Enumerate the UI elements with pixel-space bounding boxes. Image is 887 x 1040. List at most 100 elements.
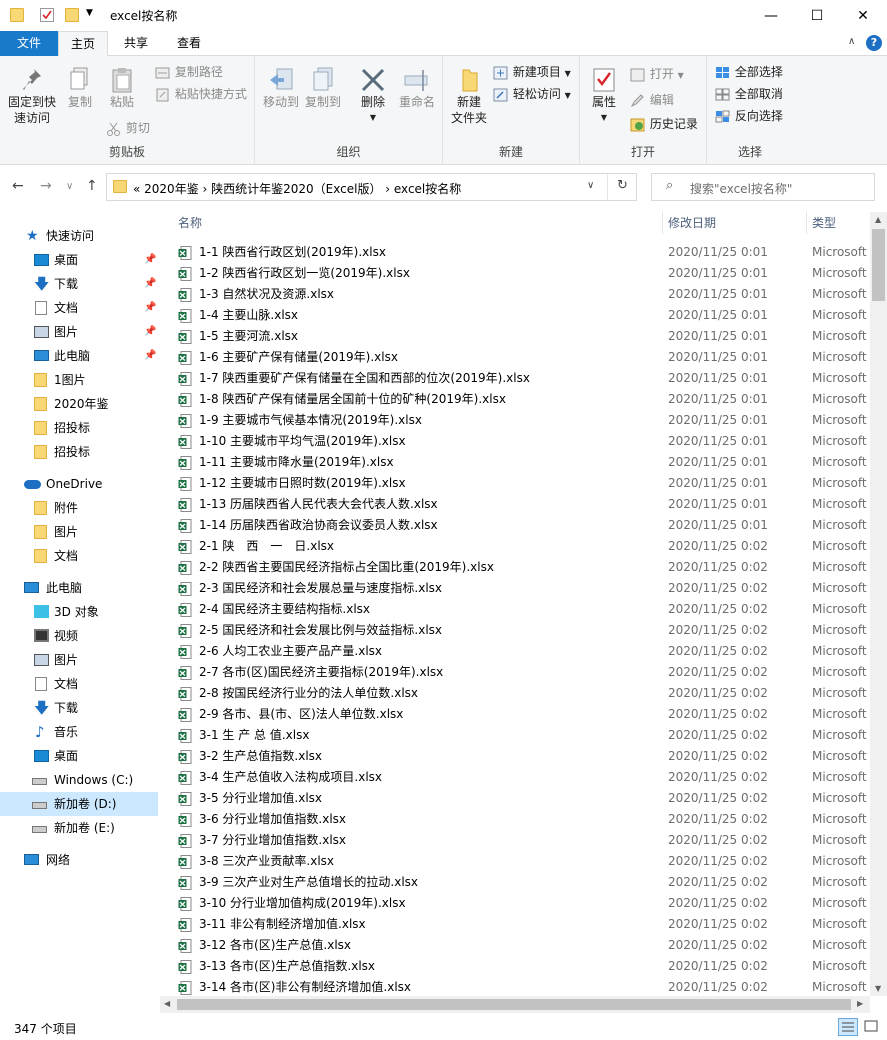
copy-to-button[interactable]: 复制到	[303, 66, 343, 110]
nav-this-pc-quick[interactable]: 此电脑 📌	[0, 344, 158, 368]
nav-music[interactable]: ♪ 音乐	[0, 720, 158, 744]
file-name[interactable]: 1-14 历届陕西省政治协商会议委员人数.xlsx	[199, 515, 438, 536]
table-row[interactable]: 2-7 各市(区)国民经济主要指标(2019年).xlsx 2020/11/25 …	[160, 662, 870, 683]
file-name[interactable]: 2-8 按国民经济行业分的法人单位数.xlsx	[199, 683, 418, 704]
column-header-name[interactable]: 名称	[178, 212, 202, 234]
file-name[interactable]: 1-1 陕西省行政区划(2019年).xlsx	[199, 242, 386, 263]
easy-access-button[interactable]: 轻松访问 ▼	[493, 84, 571, 104]
help-icon[interactable]: ?	[866, 35, 882, 51]
table-row[interactable]: 3-11 非公有制经济增加值.xlsx 2020/11/25 0:02 Micros…	[160, 914, 870, 935]
file-name[interactable]: 1-2 陕西省行政区划一览(2019年).xlsx	[199, 263, 410, 284]
tab-share[interactable]: 共享	[112, 31, 160, 56]
quick-access-dropdown-icon[interactable]: ▼	[86, 8, 93, 18]
new-folder-button[interactable]: 新建 文件夹	[447, 66, 491, 126]
table-row[interactable]: 1-14 历届陕西省政治协商会议委员人数.xlsx 2020/11/25 0:01…	[160, 515, 870, 536]
breadcrumb[interactable]: « 2020年鉴 › 陕西统计年鉴2020（Excel版） › excel按名称	[133, 180, 461, 197]
close-button[interactable]: ✕	[840, 0, 886, 31]
properties-button[interactable]: 属性 ▼	[586, 66, 622, 126]
minimize-button[interactable]: —	[748, 0, 794, 31]
table-row[interactable]: 1-11 主要城市降水量(2019年).xlsx 2020/11/25 0:01 M…	[160, 452, 870, 473]
new-item-dropdown-icon[interactable]: ▼	[565, 69, 571, 78]
scroll-up-icon[interactable]: ▲	[875, 215, 881, 224]
file-name[interactable]: 1-7 陕西重要矿产保有储量在全国和西部的位次(2019年).xlsx	[199, 368, 530, 389]
nav-folder-1tupian[interactable]: 1图片	[0, 368, 158, 392]
table-row[interactable]: 3-2 生产总值指数.xlsx 2020/11/25 0:02 Microsoft	[160, 746, 870, 767]
properties-dropdown-icon[interactable]: ▼	[586, 110, 622, 126]
nav-quick-access[interactable]: ★ 快速访问	[0, 224, 158, 248]
table-row[interactable]: 3-14 各市(区)非公有制经济增加值.xlsx 2020/11/25 0:02 M…	[160, 977, 870, 996]
file-name[interactable]: 2-6 人均工农业主要产品产量.xlsx	[199, 641, 382, 662]
open-button[interactable]: 打开 ▼	[630, 64, 684, 84]
file-name[interactable]: 3-12 各市(区)生产总值.xlsx	[199, 935, 351, 956]
table-row[interactable]: 2-4 国民经济主要结构指标.xlsx 2020/11/25 0:02 Micros…	[160, 599, 870, 620]
nav-network[interactable]: 网络	[0, 848, 158, 872]
table-row[interactable]: 1-4 主要山脉.xlsx 2020/11/25 0:01 Microsoft	[160, 305, 870, 326]
details-view-icon[interactable]	[838, 1018, 858, 1036]
file-name[interactable]: 2-3 国民经济和社会发展总量与速度指标.xlsx	[199, 578, 442, 599]
nav-desktop[interactable]: 桌面 📌	[0, 248, 158, 272]
scroll-down-icon[interactable]: ▼	[875, 984, 881, 993]
file-name[interactable]: 2-1 陕 西 一 日.xlsx	[199, 536, 334, 557]
table-row[interactable]: 2-1 陕 西 一 日.xlsx 2020/11/25 0:02 Microsoft	[160, 536, 870, 557]
edit-button[interactable]: 编辑	[630, 90, 674, 110]
scroll-right-icon[interactable]: ▶	[857, 999, 863, 1008]
file-name[interactable]: 3-2 生产总值指数.xlsx	[199, 746, 322, 767]
file-name[interactable]: 3-8 三次产业贡献率.xlsx	[199, 851, 334, 872]
table-row[interactable]: 2-5 国民经济和社会发展比例与效益指标.xlsx 2020/11/25 0:02…	[160, 620, 870, 641]
file-name[interactable]: 1-10 主要城市平均气温(2019年).xlsx	[199, 431, 406, 452]
new-folder-quick-icon[interactable]	[65, 8, 79, 22]
nav-onedrive-attachments[interactable]: 附件	[0, 496, 158, 520]
table-row[interactable]: 1-7 陕西重要矿产保有储量在全国和西部的位次(2019年).xlsx 2020/…	[160, 368, 870, 389]
ribbon-collapse-icon[interactable]: ∧	[848, 36, 855, 47]
file-name[interactable]: 3-10 分行业增加值构成(2019年).xlsx	[199, 893, 406, 914]
table-row[interactable]: 2-8 按国民经济行业分的法人单位数.xlsx 2020/11/25 0:02 Mi…	[160, 683, 870, 704]
copy-button[interactable]: 复制	[62, 66, 98, 110]
file-name[interactable]: 2-4 国民经济主要结构指标.xlsx	[199, 599, 370, 620]
nav-documents[interactable]: 文档 📌	[0, 296, 158, 320]
nav-pc-pictures[interactable]: 图片	[0, 648, 158, 672]
invert-selection-button[interactable]: 反向选择	[715, 106, 783, 126]
table-row[interactable]: 1-2 陕西省行政区划一览(2019年).xlsx 2020/11/25 0:01…	[160, 263, 870, 284]
table-row[interactable]: 2-6 人均工农业主要产品产量.xlsx 2020/11/25 0:02 Micro…	[160, 641, 870, 662]
column-header-type[interactable]: 类型	[812, 212, 836, 234]
back-arrow-icon[interactable]: ←	[12, 178, 24, 194]
nav-drive-d[interactable]: 新加卷 (D:)	[0, 792, 158, 816]
history-button[interactable]: 历史记录	[630, 114, 698, 134]
table-row[interactable]: 3-4 生产总值收入法构成项目.xlsx 2020/11/25 0:02 Micro…	[160, 767, 870, 788]
nav-videos[interactable]: 视频	[0, 624, 158, 648]
table-row[interactable]: 1-12 主要城市日照时数(2019年).xlsx 2020/11/25 0:01…	[160, 473, 870, 494]
new-item-button[interactable]: 新建项目 ▼	[493, 62, 571, 82]
file-name[interactable]: 3-14 各市(区)非公有制经济增加值.xlsx	[199, 977, 411, 996]
address-dropdown-icon[interactable]: ∨	[587, 180, 594, 191]
nav-onedrive-pictures[interactable]: 图片	[0, 520, 158, 544]
table-row[interactable]: 2-3 国民经济和社会发展总量与速度指标.xlsx 2020/11/25 0:02…	[160, 578, 870, 599]
table-row[interactable]: 2-9 各市、县(市、区)法人单位数.xlsx 2020/11/25 0:02 Mi…	[160, 704, 870, 725]
table-row[interactable]: 1-9 主要城市气候基本情况(2019年).xlsx 2020/11/25 0:0…	[160, 410, 870, 431]
pin-quick-access-button[interactable]: 固定到快 速访问	[4, 66, 60, 126]
delete-dropdown-icon[interactable]: ▼	[353, 110, 393, 126]
tab-file[interactable]: 文件	[0, 31, 58, 56]
maximize-button[interactable]: ☐	[794, 0, 840, 31]
nav-onedrive-documents[interactable]: 文档	[0, 544, 158, 568]
table-row[interactable]: 3-8 三次产业贡献率.xlsx 2020/11/25 0:02 Microsoft	[160, 851, 870, 872]
table-row[interactable]: 3-5 分行业增加值.xlsx 2020/11/25 0:02 Microsoft	[160, 788, 870, 809]
table-row[interactable]: 3-12 各市(区)生产总值.xlsx 2020/11/25 0:02 Micros…	[160, 935, 870, 956]
search-input[interactable]: 搜索"excel按名称"	[690, 180, 792, 197]
table-row[interactable]: 1-8 陕西矿产保有储量居全国前十位的矿种(2019年).xlsx 2020/11…	[160, 389, 870, 410]
nav-pc-downloads[interactable]: 🡇 下载	[0, 696, 158, 720]
nav-drive-c[interactable]: Windows (C:)	[0, 768, 158, 792]
table-row[interactable]: 3-6 分行业增加值指数.xlsx 2020/11/25 0:02 Microsof…	[160, 809, 870, 830]
nav-this-pc[interactable]: 此电脑	[0, 576, 158, 600]
table-row[interactable]: 1-5 主要河流.xlsx 2020/11/25 0:01 Microsoft	[160, 326, 870, 347]
select-none-button[interactable]: 全部取消	[715, 84, 783, 104]
file-name[interactable]: 1-13 历届陕西省人民代表大会代表人数.xlsx	[199, 494, 438, 515]
table-row[interactable]: 3-10 分行业增加值构成(2019年).xlsx 2020/11/25 0:02…	[160, 893, 870, 914]
vertical-scrollbar[interactable]: ▲ ▼	[870, 212, 887, 996]
table-row[interactable]: 2-2 陕西省主要国民经济指标占全国比重(2019年).xlsx 2020/11/…	[160, 557, 870, 578]
column-header-date[interactable]: 修改日期	[668, 212, 716, 234]
file-name[interactable]: 1-11 主要城市降水量(2019年).xlsx	[199, 452, 394, 473]
scroll-left-icon[interactable]: ◀	[164, 999, 170, 1008]
nav-folder-2020[interactable]: 2020年鉴	[0, 392, 158, 416]
file-name[interactable]: 1-12 主要城市日照时数(2019年).xlsx	[199, 473, 406, 494]
move-to-button[interactable]: 移动到	[261, 66, 301, 110]
